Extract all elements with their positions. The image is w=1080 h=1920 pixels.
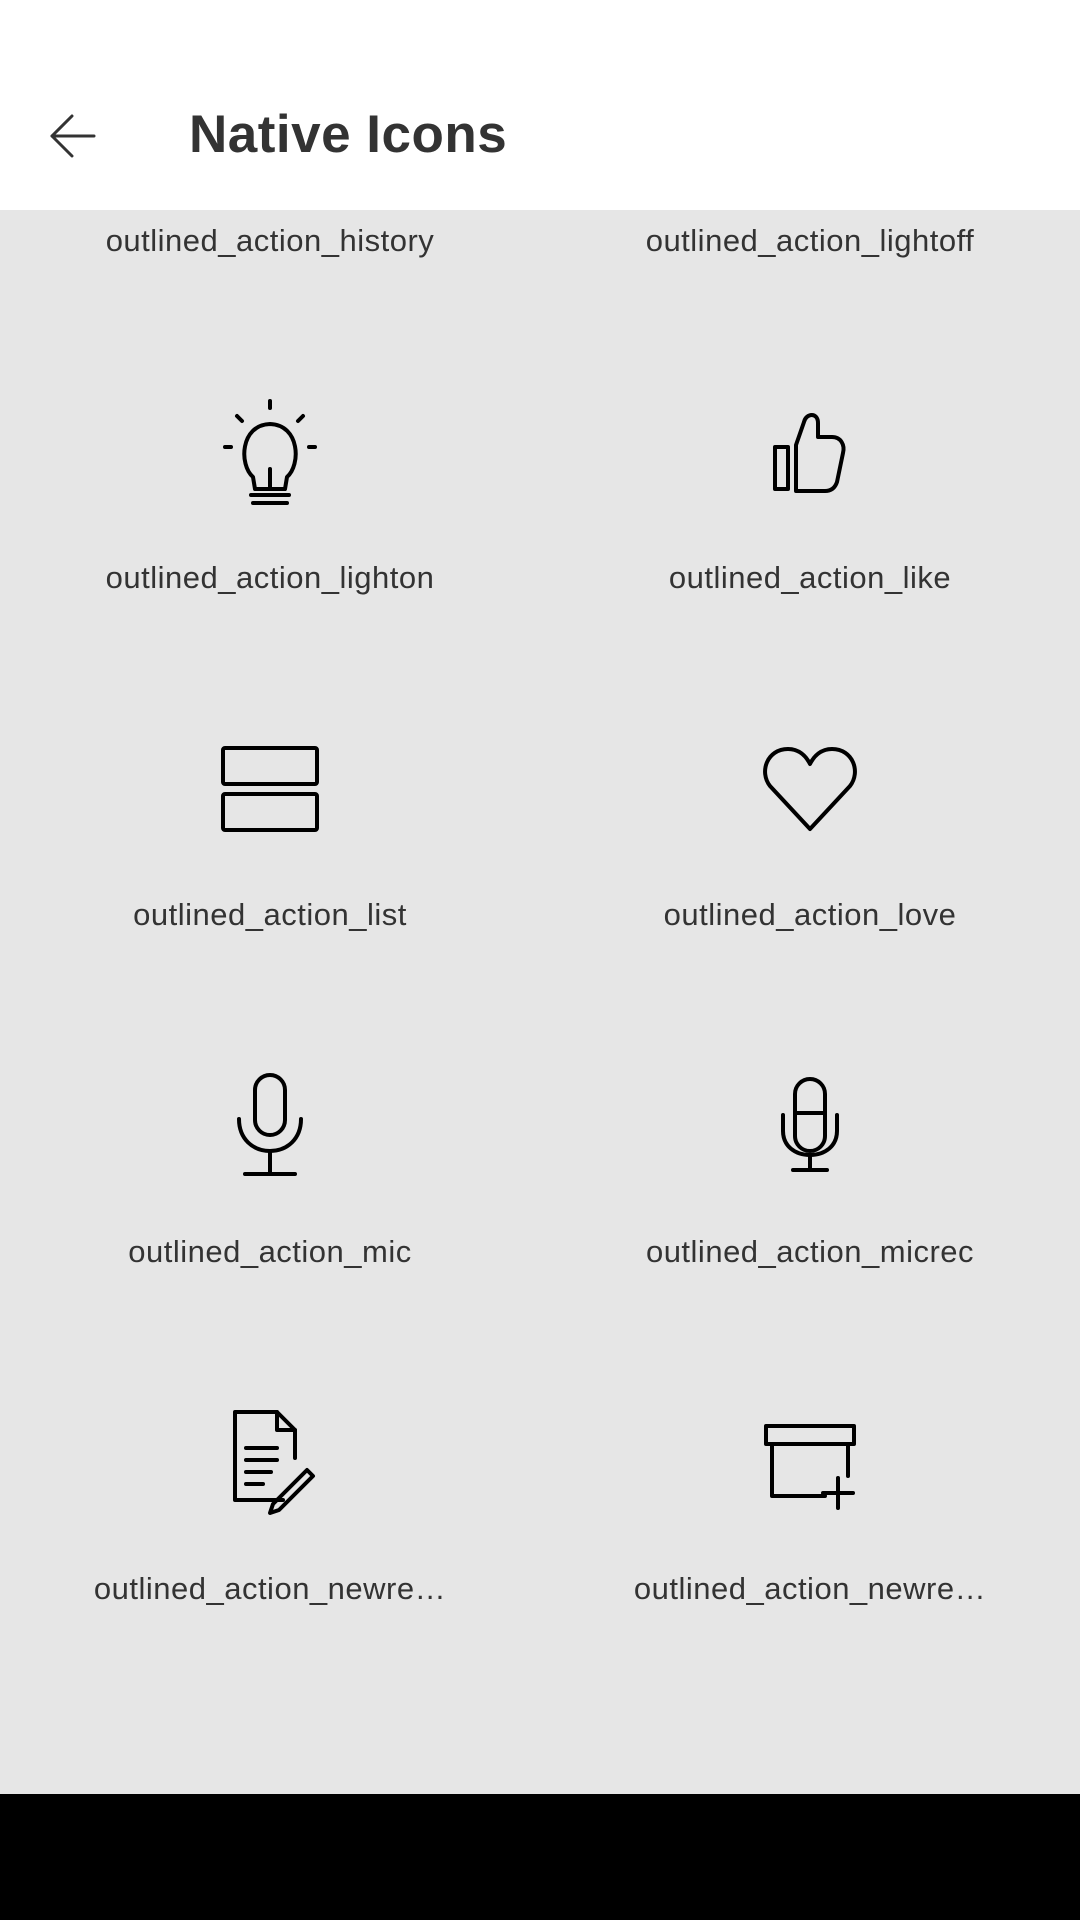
icon-cell-lighton[interactable]: outlined_action_lighton [0,330,540,667]
icon-cell-micrec[interactable]: outlined_action_micrec [540,1004,1080,1341]
page-title: Native Icons [189,105,508,164]
icon-label: outlined_action_micrec [645,1234,975,1269]
icon-cell-list[interactable]: outlined_action_list [0,667,540,1004]
icon-grid: outlined_action_history outlined_action_… [0,0,1080,1794]
app-header: Native Icons [0,0,1080,210]
microphone-icon [215,1071,325,1181]
document-edit-icon [215,1408,325,1518]
arrow-left-icon [50,114,96,158]
back-button[interactable] [30,100,116,172]
system-navigation-bar [0,1794,1080,1920]
icon-cell-newrecord-box[interactable]: outlined_action_newre… [540,1341,1080,1678]
icon-label: outlined_action_mic [128,1234,412,1269]
icon-label: outlined_action_list [133,897,407,932]
icon-label: outlined_action_lighton [105,560,435,595]
icon-label: outlined_action_newre… [93,1571,447,1606]
icon-cell-love[interactable]: outlined_action_love [540,667,1080,1004]
list-icon [215,734,325,844]
icon-label: outlined_action_lightoff [645,223,975,258]
icon-cell-newrecord-document[interactable]: outlined_action_newre… [0,1341,540,1678]
heart-icon [755,734,865,844]
microphone-recording-icon [755,1071,865,1181]
thumbs-up-icon [755,397,865,507]
icon-cell-like[interactable]: outlined_action_like [540,330,1080,667]
box-add-icon [755,1408,865,1518]
light-on-icon [215,397,325,507]
icon-cell-mic[interactable]: outlined_action_mic [0,1004,540,1341]
icon-label: outlined_action_love [663,897,957,932]
icon-label: outlined_action_history [105,223,435,258]
icon-label: outlined_action_like [668,560,952,595]
icon-label: outlined_action_newre… [633,1571,987,1606]
